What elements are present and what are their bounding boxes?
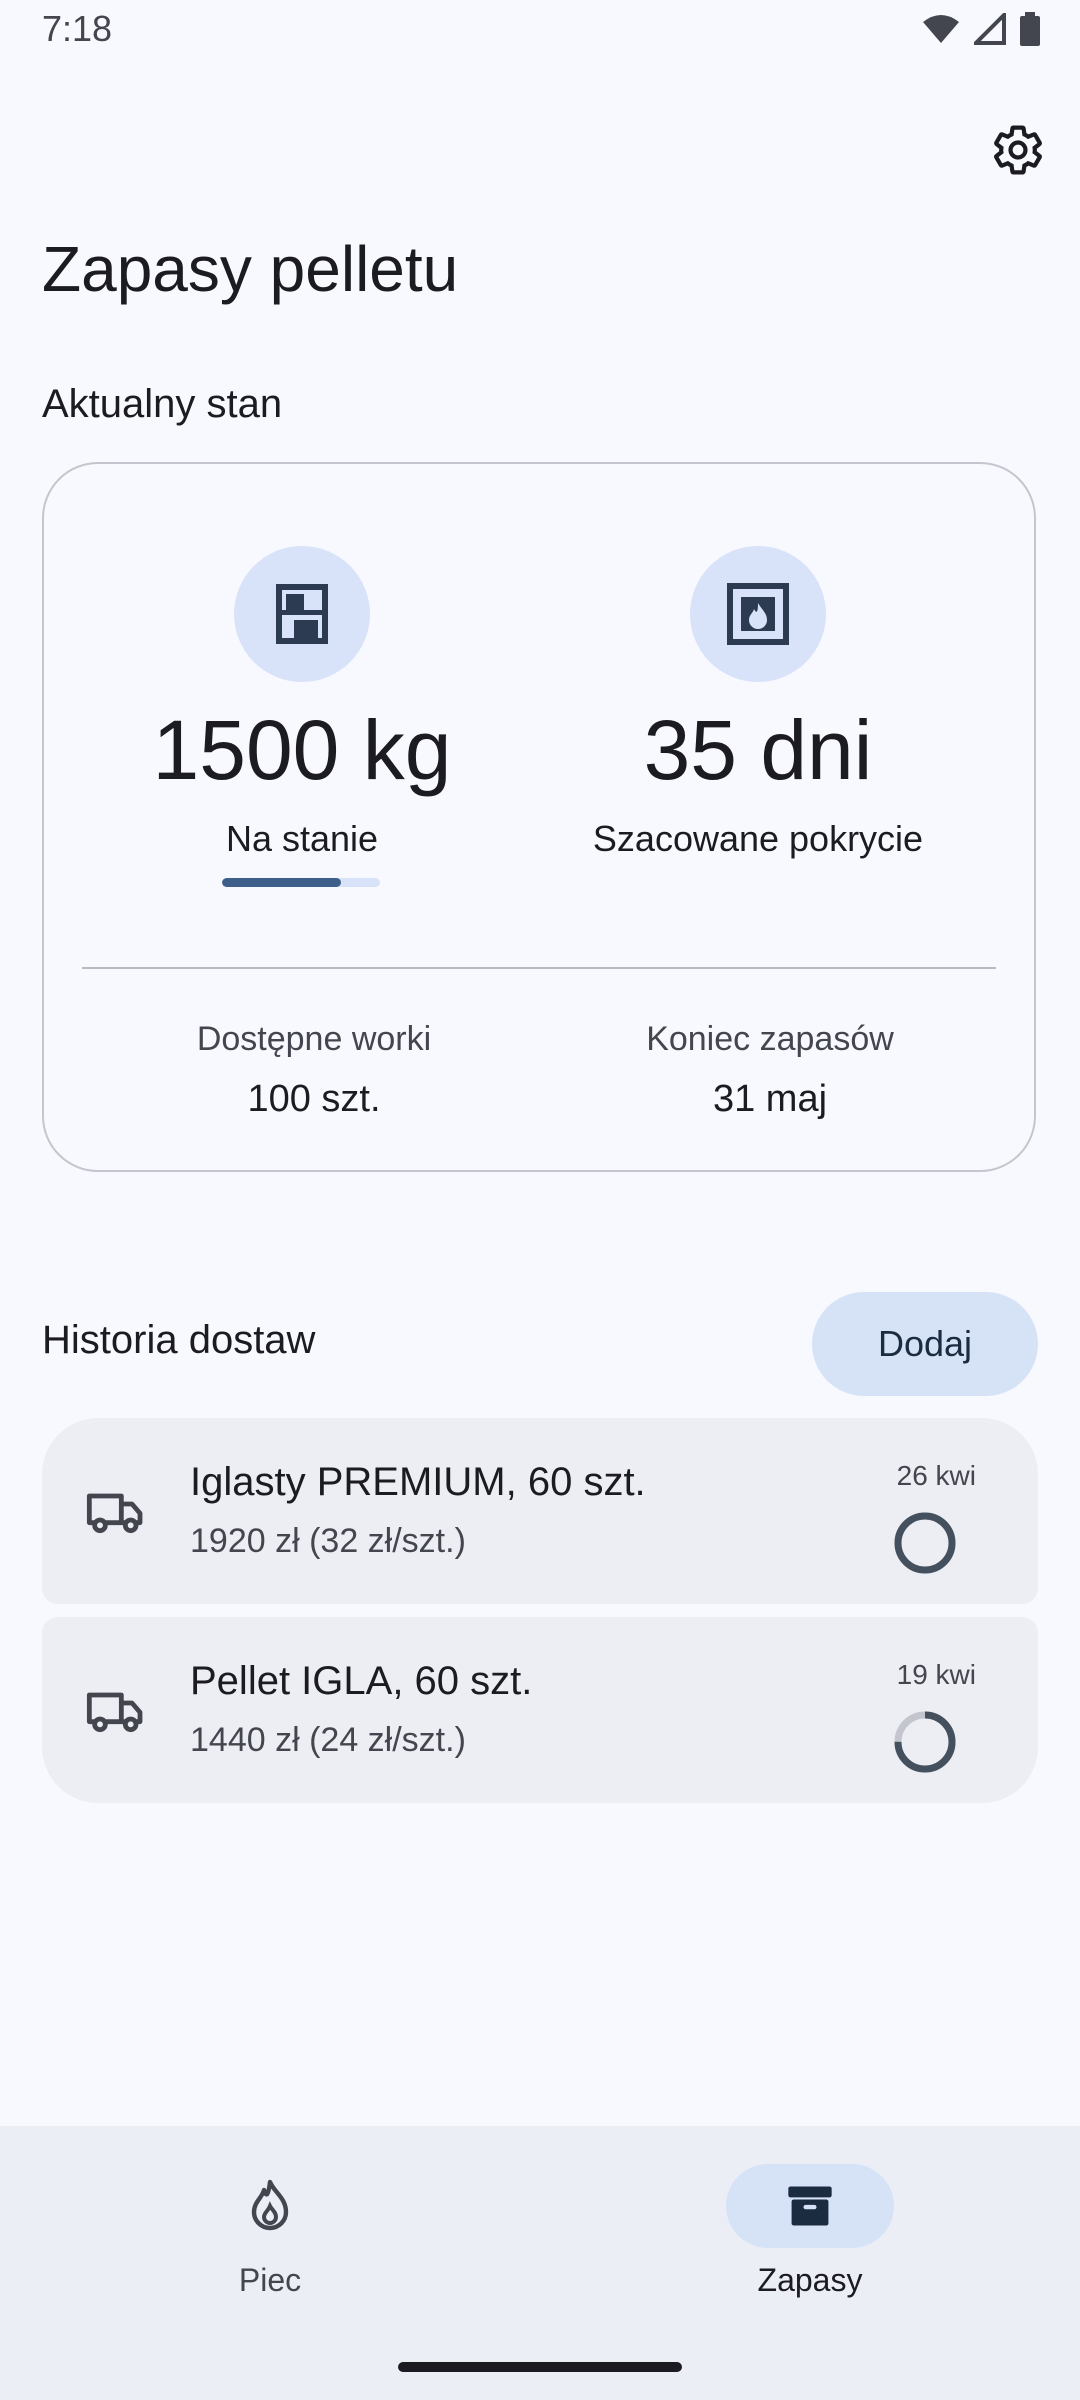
status-time: 7:18 xyxy=(42,8,113,49)
delivery-title: Pellet IGLA, 60 szt. xyxy=(190,1659,533,1703)
nav-item-piec[interactable]: Piec xyxy=(120,2164,420,2299)
flame-icon xyxy=(251,2179,289,2231)
coverage-icon-circle xyxy=(690,546,826,682)
coverage-caption: Szacowane pokrycie xyxy=(592,818,924,859)
stock-progress-bar xyxy=(222,878,380,887)
stock-icon-circle xyxy=(234,546,370,682)
stock-caption: Na stanie xyxy=(225,818,379,859)
delivery-usage-ring xyxy=(894,1711,956,1773)
page-title: Zapasy pelletu xyxy=(42,233,459,305)
delivery-price: 1440 zł (24 zł/szt.) xyxy=(190,1721,466,1759)
delivery-title: Iglasty PREMIUM, 60 szt. xyxy=(190,1460,646,1504)
card-divider xyxy=(82,967,996,969)
coverage-value: 35 dni xyxy=(643,703,873,797)
truck-icon xyxy=(86,1493,143,1534)
battery-icon xyxy=(1020,12,1040,46)
shelves-icon xyxy=(276,584,328,644)
delivery-usage-ring xyxy=(894,1512,956,1574)
delivery-usage-arc xyxy=(894,1512,956,1574)
status-icons xyxy=(922,12,1040,46)
stock-value: 1500 kg xyxy=(152,703,452,797)
nav-label-zapasy: Zapasy xyxy=(757,2262,863,2298)
nav-pill-zapasy xyxy=(726,2164,894,2248)
bags-label: Dostępne worki xyxy=(196,1020,432,1058)
delivery-price: 1920 zł (32 zł/szt.) xyxy=(190,1522,466,1560)
bags-value: 100 szt. xyxy=(247,1078,381,1120)
delivery-list-item[interactable]: Iglasty PREMIUM, 60 szt. 1920 zł (32 zł/… xyxy=(42,1418,1038,1604)
stock-progress-fill xyxy=(222,878,341,887)
bottom-navigation: Piec Zapasy xyxy=(0,2126,1080,2400)
gear-icon xyxy=(994,125,1042,175)
add-delivery-button[interactable]: Dodaj xyxy=(812,1292,1038,1396)
signal-icon xyxy=(974,13,1006,45)
current-status-label: Aktualny stan xyxy=(42,382,283,426)
truck-icon xyxy=(86,1692,143,1733)
end-of-stock-value: 31 maj xyxy=(712,1078,828,1120)
delivery-history-title: Historia dostaw xyxy=(42,1318,316,1362)
delivery-date: 19 kwi xyxy=(896,1659,976,1690)
delivery-list-item[interactable]: Pellet IGLA, 60 szt. 1440 zł (24 zł/szt.… xyxy=(42,1617,1038,1803)
fireplace-icon xyxy=(727,583,789,645)
end-of-stock-label: Koniec zapasów xyxy=(646,1020,894,1058)
settings-button[interactable] xyxy=(980,112,1056,188)
wifi-icon xyxy=(923,15,959,43)
nav-item-zapasy[interactable]: Zapasy xyxy=(660,2164,960,2299)
nav-label-piec: Piec xyxy=(238,2262,302,2298)
nav-pill-piec xyxy=(186,2164,354,2248)
gesture-bar xyxy=(398,2362,682,2372)
archive-box-icon xyxy=(788,2186,832,2226)
current-status-card: 1500 kg Na stanie 35 dni Szacowane pokry… xyxy=(42,462,1036,1172)
delivery-date: 26 kwi xyxy=(896,1460,976,1491)
